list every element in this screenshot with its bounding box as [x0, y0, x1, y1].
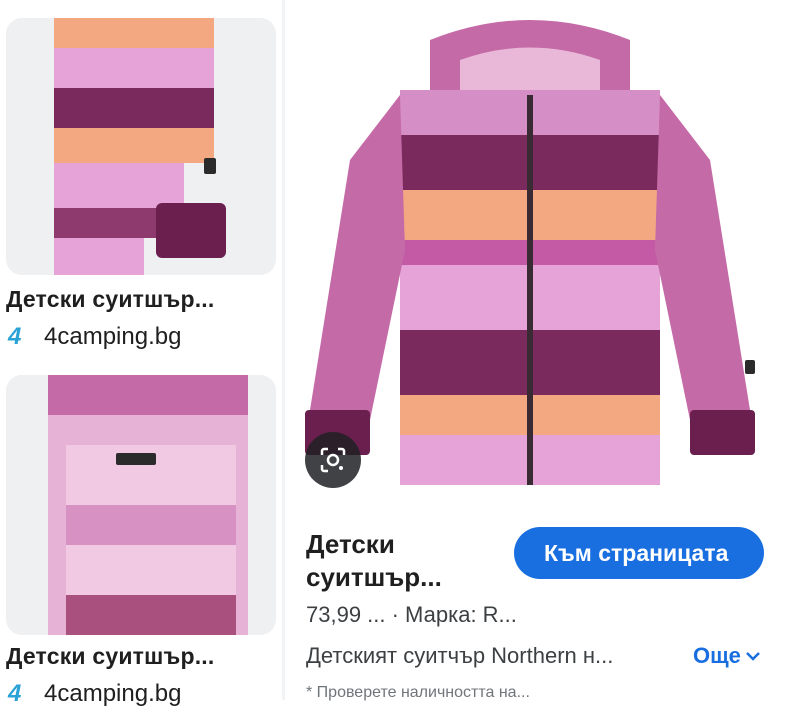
- disclaimer-text: * Проверете наличността на...: [306, 684, 530, 701]
- sleeve-image: [6, 18, 276, 275]
- result-caption-2[interactable]: Детски суитшър...: [6, 643, 215, 670]
- chevron-down-icon: [746, 652, 760, 661]
- source-name: 4camping.bg: [44, 680, 182, 707]
- result-source-1[interactable]: 4 4camping.bg: [8, 323, 181, 351]
- camera-icon: [320, 447, 346, 473]
- visit-page-button[interactable]: Към страницата: [514, 527, 764, 579]
- product-title: Детски суитшър...: [306, 529, 442, 592]
- result-thumbnail-1[interactable]: [6, 18, 276, 275]
- main-product-image[interactable]: [290, 0, 770, 500]
- google-lens-icon[interactable]: [305, 432, 361, 488]
- more-label: Още: [693, 643, 741, 668]
- result-source-2[interactable]: 4 4camping.bg: [8, 680, 181, 708]
- source-name: 4camping.bg: [44, 323, 182, 350]
- result-thumbnail-2[interactable]: [6, 375, 276, 635]
- result-caption-1[interactable]: Детски суитшър...: [6, 286, 215, 313]
- 4camping-logo-icon: 4: [8, 323, 22, 350]
- more-button[interactable]: Още: [693, 643, 761, 669]
- hood-interior-image: [6, 375, 276, 635]
- product-description: Детският суитчър Northern н...: [306, 643, 614, 668]
- price-brand-line: 73,99 ... · Марка: R...: [306, 602, 517, 627]
- column-divider: [282, 0, 285, 700]
- 4camping-logo-icon: 4: [8, 680, 22, 707]
